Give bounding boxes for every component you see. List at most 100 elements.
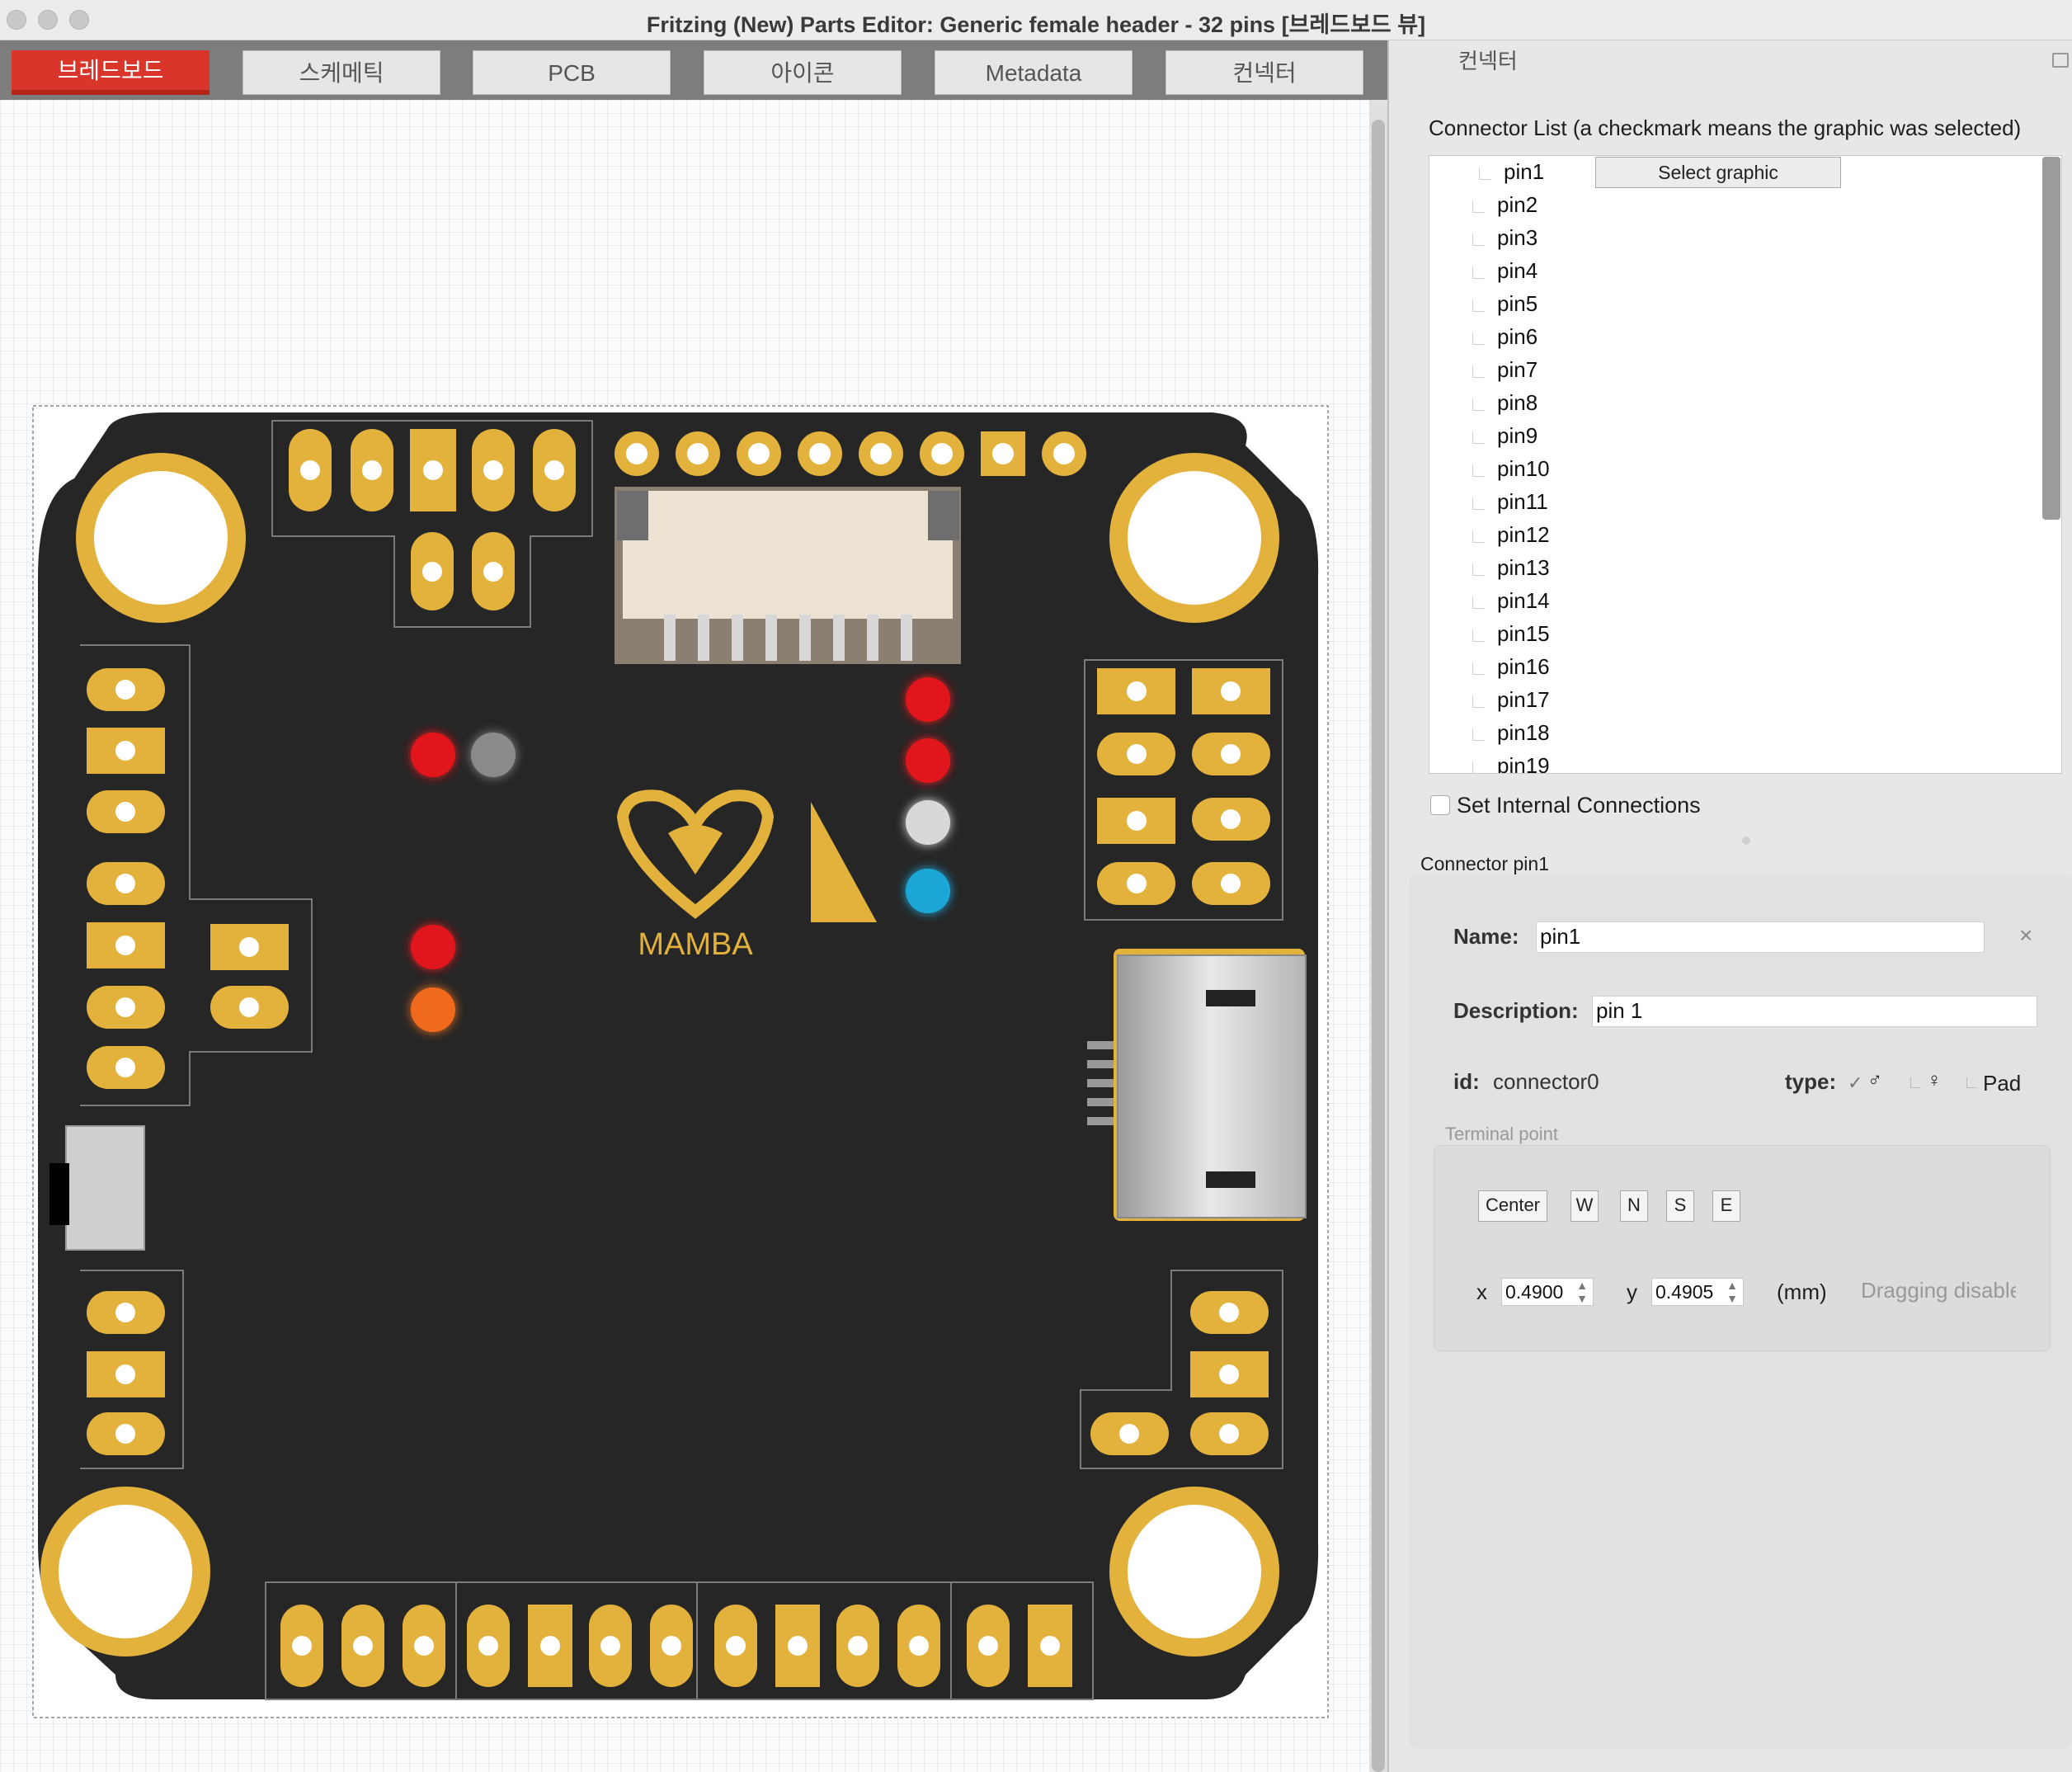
part-graphic[interactable]: MAMBA xyxy=(0,100,1369,1772)
pin-checkbox[interactable] xyxy=(1472,431,1485,444)
list-item[interactable]: pin5 xyxy=(1429,288,2040,321)
spin-arrows-icon[interactable]: ▲ ▼ xyxy=(1576,1279,1588,1305)
pad-checkbox[interactable] xyxy=(1966,1077,1977,1088)
list-item[interactable]: pin14 xyxy=(1429,585,2040,618)
pin-label: pin3 xyxy=(1497,225,1538,250)
name-label: Name: xyxy=(1453,924,1519,949)
list-item[interactable]: pin3 xyxy=(1429,222,2040,255)
terminal-center-button[interactable]: Center xyxy=(1478,1190,1547,1222)
x-label: x xyxy=(1476,1280,1487,1304)
list-item[interactable]: pin16 xyxy=(1429,651,2040,684)
list-item[interactable]: pin4 xyxy=(1429,255,2040,288)
list-item[interactable]: pin6 xyxy=(1429,321,2040,354)
y-label: y xyxy=(1627,1280,1637,1304)
pin-checkbox[interactable] xyxy=(1472,266,1485,279)
pin-label: pin1 xyxy=(1504,159,1545,184)
usb-connector xyxy=(1087,949,1307,1221)
tab-schematic[interactable]: 스케메틱 xyxy=(243,50,440,95)
led xyxy=(411,733,455,777)
male-type-option[interactable]: ♂ xyxy=(1867,1069,1882,1092)
pin-checkbox[interactable] xyxy=(1472,662,1485,675)
list-item[interactable]: pin17 xyxy=(1429,684,2040,717)
tab-connectors[interactable]: 컨넥터 xyxy=(1166,50,1363,95)
list-item[interactable]: pin19 xyxy=(1429,750,2040,773)
list-item[interactable]: pin13 xyxy=(1429,552,2040,585)
tab-pcb[interactable]: PCB xyxy=(473,50,671,95)
connector-list[interactable]: pin1 pin2 pin3 pin4 pin5 pin6 pin7 pin8 … xyxy=(1429,155,2062,774)
dragging-status: Dragging disable xyxy=(1861,1278,2016,1303)
pin-label: pin2 xyxy=(1497,192,1538,217)
pin-label: pin10 xyxy=(1497,456,1550,481)
breadboard-canvas[interactable]: MAMBA xyxy=(0,100,1369,1772)
y-spinbox[interactable]: 0.4905 ▲ ▼ xyxy=(1651,1278,1744,1306)
terminal-south-button[interactable]: S xyxy=(1666,1190,1694,1222)
list-item[interactable]: pin2 xyxy=(1429,189,2040,222)
type-label: type: xyxy=(1785,1069,1837,1094)
spin-arrows-icon[interactable]: ▲ ▼ xyxy=(1726,1279,1738,1305)
description-field[interactable]: pin 1 xyxy=(1592,996,2037,1027)
undock-icon[interactable] xyxy=(2052,53,2069,68)
pin-checkbox[interactable] xyxy=(1472,299,1485,312)
pin-checkbox[interactable] xyxy=(1472,563,1485,576)
description-label: Description: xyxy=(1453,998,1579,1023)
pad-type-option[interactable]: Pad xyxy=(1983,1071,2021,1096)
pin-label: pin8 xyxy=(1497,390,1538,415)
internal-connections-label: Set Internal Connections xyxy=(1457,793,1701,818)
terminal-point-label: Terminal point xyxy=(1445,1124,1558,1144)
list-item[interactable]: pin18 xyxy=(1429,717,2040,750)
pin-label: pin15 xyxy=(1497,621,1550,646)
view-tab-bar: 브레드보드 스케메틱 PCB 아이콘 Metadata 컨넥터 xyxy=(0,40,1387,100)
splitter-handle[interactable] xyxy=(1742,837,1750,845)
pin-checkbox[interactable] xyxy=(1472,398,1485,411)
select-graphic-button[interactable]: Select graphic xyxy=(1595,157,1841,188)
id-label: id: xyxy=(1453,1069,1480,1094)
pin-checkbox[interactable] xyxy=(1472,728,1485,741)
terminal-north-button[interactable]: N xyxy=(1620,1190,1648,1222)
close-icon[interactable]: × xyxy=(2019,922,2032,949)
pin-checkbox[interactable] xyxy=(1472,761,1485,773)
terminal-west-button[interactable]: W xyxy=(1570,1190,1599,1222)
led xyxy=(906,869,950,913)
tab-icon[interactable]: 아이콘 xyxy=(704,50,902,95)
list-item[interactable]: pin9 xyxy=(1429,420,2040,453)
tab-breadboard[interactable]: 브레드보드 xyxy=(12,50,210,95)
female-type-option[interactable]: ♀ xyxy=(1927,1069,1942,1092)
pin-checkbox[interactable] xyxy=(1472,233,1485,246)
list-item[interactable]: pin7 xyxy=(1429,354,2040,387)
pin-checkbox[interactable] xyxy=(1472,332,1485,345)
pin-checkbox[interactable] xyxy=(1472,695,1485,708)
canvas-scrollbar-thumb[interactable] xyxy=(1372,120,1385,1772)
tab-metadata[interactable]: Metadata xyxy=(935,50,1133,95)
x-value: 0.4900 xyxy=(1505,1281,1564,1303)
name-field[interactable]: pin1 xyxy=(1536,921,1985,953)
led xyxy=(906,738,950,783)
x-spinbox[interactable]: 0.4900 ▲ ▼ xyxy=(1501,1278,1594,1306)
pin-checkbox[interactable] xyxy=(1472,530,1485,543)
connector-list-label: Connector List (a checkmark means the gr… xyxy=(1429,115,2022,140)
terminal-east-button[interactable]: E xyxy=(1712,1190,1740,1222)
pin-checkbox[interactable] xyxy=(1472,497,1485,510)
list-item[interactable]: pin10 xyxy=(1429,453,2040,486)
led xyxy=(906,800,950,845)
list-item[interactable]: pin12 xyxy=(1429,519,2040,552)
list-item[interactable]: pin11 xyxy=(1429,486,2040,519)
pin-label: pin6 xyxy=(1497,324,1538,349)
internal-connections-checkbox[interactable] xyxy=(1430,795,1450,815)
logo-text: MAMBA xyxy=(638,927,753,962)
led xyxy=(906,677,950,722)
pin-checkbox[interactable] xyxy=(1479,167,1491,180)
connector-list-scrollbar[interactable] xyxy=(2042,157,2060,520)
led xyxy=(471,733,516,777)
pin-label: pin9 xyxy=(1497,423,1538,448)
male-checkmark-icon[interactable]: ✓ xyxy=(1848,1072,1862,1094)
pin-checkbox[interactable] xyxy=(1472,464,1485,477)
pin-checkbox[interactable] xyxy=(1472,200,1485,213)
female-checkbox[interactable] xyxy=(1910,1077,1921,1088)
list-item[interactable]: pin15 xyxy=(1429,618,2040,651)
pin-label: pin4 xyxy=(1497,258,1538,283)
pin-checkbox[interactable] xyxy=(1472,596,1485,609)
pin-label: pin17 xyxy=(1497,687,1550,712)
pin-checkbox[interactable] xyxy=(1472,629,1485,642)
list-item[interactable]: pin8 xyxy=(1429,387,2040,420)
pin-checkbox[interactable] xyxy=(1472,365,1485,378)
